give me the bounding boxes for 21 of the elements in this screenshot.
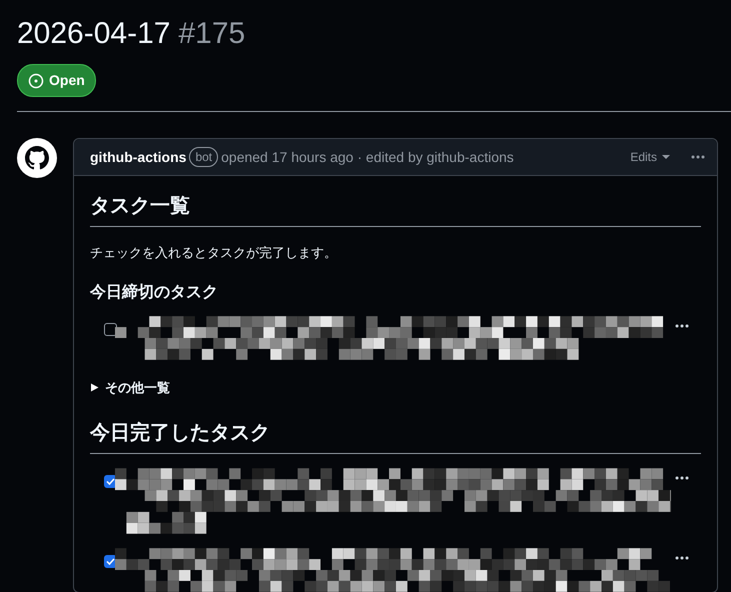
status-badge: Open	[17, 64, 96, 97]
subsection-heading: 今日締切のタスク	[90, 282, 219, 302]
issue-number: #175	[178, 16, 246, 52]
kebab-icon	[675, 476, 689, 480]
kebab-icon	[675, 324, 689, 328]
check-icon	[106, 557, 115, 566]
author-link[interactable]: github-actions	[90, 146, 186, 168]
bot-badge: bot	[189, 147, 218, 167]
intro-text: チェックを入れるとタスクが完了します。	[90, 244, 338, 262]
issue-title: 2026-04-17	[17, 16, 170, 52]
caret-icon	[661, 152, 671, 162]
check-icon	[106, 477, 115, 486]
kebab-icon	[675, 556, 689, 560]
octocat-icon	[24, 145, 50, 171]
kebab-icon	[691, 155, 705, 159]
details-summary[interactable]: その他一覧	[90, 378, 701, 398]
section-heading: タスク一覧	[90, 192, 701, 227]
edits-button[interactable]: Edits	[630, 148, 671, 166]
status-icon	[28, 72, 44, 88]
comment-meta: opened 17 hours ago · edited by github-actions	[221, 148, 514, 167]
section-heading: 今日完了したタスク	[90, 419, 701, 454]
